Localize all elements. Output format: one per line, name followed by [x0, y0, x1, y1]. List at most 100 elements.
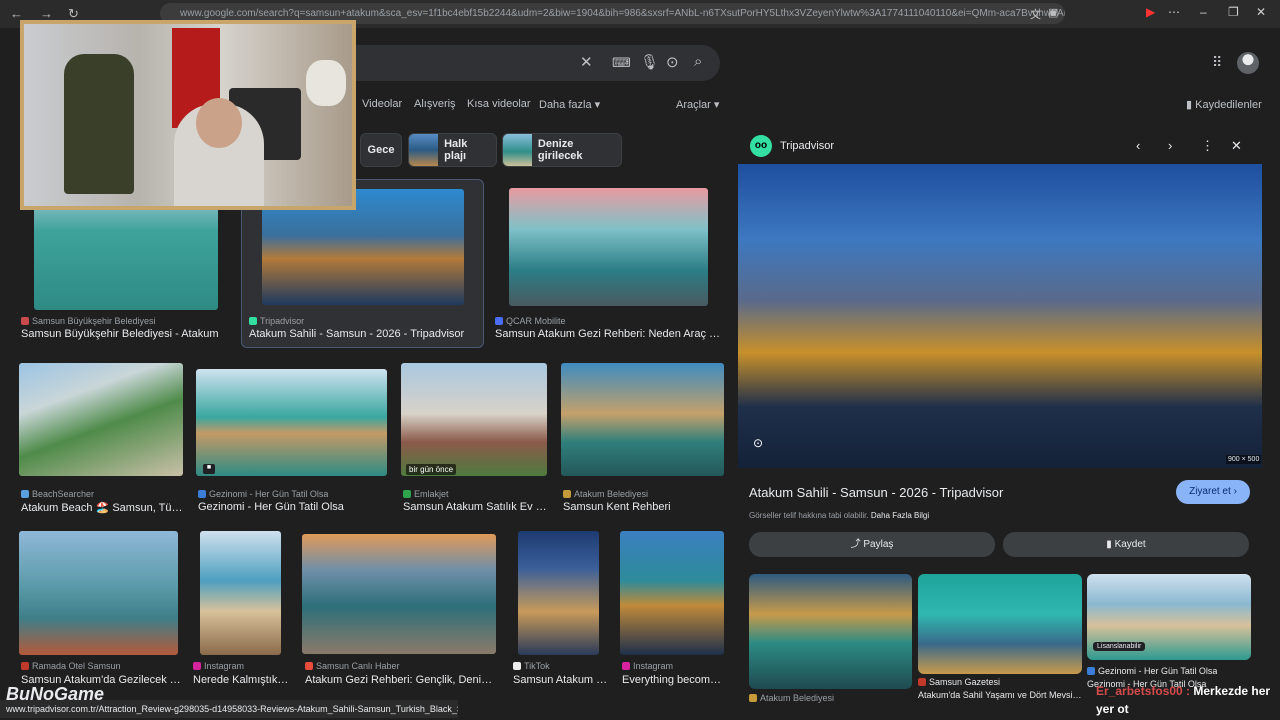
result-card[interactable]: Instagram Nerede Kalmıştık ... — [193, 528, 293, 693]
result-card[interactable]: BeachSearcher Atakum Beach 🏖️ Samsun, Tü… — [16, 360, 186, 520]
result-source: Samsun Büyükşehir Belediyesi — [21, 316, 156, 326]
clear-icon[interactable]: ✕ — [580, 53, 593, 71]
share-button[interactable]: ⤴ Paylaş — [749, 532, 995, 557]
minimize-icon[interactable]: – — [1200, 5, 1207, 19]
favicon-icon — [249, 317, 257, 325]
saved-label: Kaydedilenler — [1195, 99, 1262, 111]
save-button[interactable]: ▮ Kaydet — [1003, 532, 1249, 557]
result-card[interactable]: Ramada Otel Samsun Samsun Atakum'da Gezi… — [16, 528, 186, 693]
related-source: Atakum Belediyesi — [749, 693, 834, 703]
copyright-text: Görseller telif hakkına tabi olabilir. — [749, 511, 869, 520]
result-title: Samsun Atakum Gezi Rehberi: Neden Araç K… — [495, 328, 721, 340]
save-label: Kaydet — [1114, 539, 1146, 550]
close-window-icon[interactable]: ✕ — [1256, 5, 1266, 19]
favicon-icon — [622, 662, 630, 670]
favicon-icon — [918, 678, 926, 686]
related-source: Samsun Gazetesi — [918, 677, 1000, 687]
result-image — [509, 188, 708, 306]
tab-more[interactable]: Daha fazla ▾ — [539, 98, 600, 111]
share-label: Paylaş — [863, 539, 894, 550]
apps-icon[interactable]: ⠿ — [1212, 54, 1222, 71]
mic-icon[interactable]: 🎙 — [640, 53, 659, 71]
related-image[interactable] — [749, 574, 912, 689]
translate-icon[interactable]: 文 — [1030, 6, 1041, 22]
back-icon[interactable]: ← — [10, 6, 23, 21]
result-source-name: TikTok — [524, 661, 550, 671]
result-image — [302, 534, 496, 654]
visit-button[interactable]: Ziyaret et › — [1176, 480, 1250, 504]
bookmark-icon: ▮ — [1186, 99, 1193, 111]
result-image — [518, 531, 599, 655]
result-image — [19, 531, 178, 655]
favicon-icon — [563, 490, 571, 498]
lens-icon[interactable]: ⊙ — [666, 53, 679, 71]
favicon-icon — [495, 317, 503, 325]
result-source-name: Samsun Büyükşehir Belediyesi — [32, 316, 156, 326]
result-title: Samsun Atakum 2... — [513, 674, 608, 686]
related-source: Gezinomi - Her Gün Tatil Olsa — [1087, 666, 1217, 676]
saved-button[interactable]: ▮ Kaydedilenler — [1186, 98, 1262, 111]
caret-down-icon: ▾ — [594, 99, 601, 111]
close-panel-icon[interactable]: ✕ — [1231, 138, 1242, 154]
favicon-icon — [403, 490, 411, 498]
result-source-name: Ramada Otel Samsun — [32, 661, 121, 671]
result-card[interactable]: QCAR Mobilite Samsun Atakum Gezi Rehberi… — [489, 180, 724, 348]
result-source-name: Instagram — [204, 661, 245, 671]
result-source-name: Instagram — [633, 661, 674, 671]
result-source-name: Atakum Belediyesi — [574, 489, 649, 499]
result-title: Gezinomi - Her Gün Tatil Olsa — [198, 501, 344, 513]
favicon-icon — [305, 662, 313, 670]
prev-icon[interactable]: ‹ — [1136, 138, 1140, 153]
result-title: Atakum Gezi Rehberi: Gençlik, Deniz ve .… — [305, 674, 495, 686]
tab-videos[interactable]: Videolar — [362, 98, 402, 110]
lens-icon[interactable]: ⊙ — [753, 436, 763, 450]
result-source: Instagram — [622, 661, 673, 671]
result-title: Samsun Atakum Satılık Ev Fly... — [403, 501, 553, 513]
favicon-icon — [21, 662, 29, 670]
avatar[interactable] — [1237, 52, 1259, 74]
tab-short-videos[interactable]: Kısa videolar — [467, 98, 531, 110]
result-card[interactable]: Samsun Canlı Haber Atakum Gezi Rehberi: … — [300, 528, 500, 693]
tools-label: Araçlar — [676, 99, 711, 111]
result-image — [200, 531, 281, 655]
visit-label: Ziyaret et — [1189, 486, 1231, 497]
result-source-name: Emlakjet — [414, 489, 449, 499]
tab-more-label: Daha fazla — [539, 99, 592, 111]
share-icon: ⤴ — [850, 539, 861, 550]
search-input[interactable]: ✕ ⌨ 🎙 ⊙ ⌕ — [340, 45, 720, 81]
result-card[interactable]: Atakum Belediyesi Samsun Kent Rehberi — [558, 360, 728, 520]
result-source: Tripadvisor — [249, 316, 304, 326]
related-title: Atakum'da Sahil Yaşamı ve Dört Mevsim... — [918, 690, 1082, 700]
result-card[interactable]: TikTok Samsun Atakum 2... — [510, 528, 610, 693]
result-source-name: QCAR Mobilite — [506, 316, 566, 326]
next-icon[interactable]: › — [1168, 138, 1172, 153]
forward-icon[interactable]: → — [40, 6, 53, 21]
more-menu-icon[interactable]: ⋯ — [1168, 5, 1180, 19]
chip-swimmable[interactable]: Denize girilecek — [502, 133, 622, 167]
more-options-icon[interactable]: ⋮ — [1201, 138, 1214, 154]
chip-label: Halk plajı — [444, 138, 468, 162]
favicon-icon — [513, 662, 521, 670]
keyboard-icon[interactable]: ⌨ — [612, 55, 631, 71]
youtube-extension-icon[interactable]: ▶ — [1146, 5, 1155, 19]
video-badge-icon: ■ — [203, 464, 215, 474]
result-card[interactable]: bir gün önce Emlakjet Samsun Atakum Satı… — [398, 360, 553, 520]
restore-icon[interactable]: ❐ — [1228, 5, 1239, 19]
chip-label: Gece — [367, 144, 395, 156]
related-image[interactable] — [918, 574, 1082, 674]
image-preview-panel: oo Tripadvisor ‹ › ⋮ ✕ ⊙ 900 × 500 Ataku… — [738, 128, 1262, 720]
chip-night[interactable]: Gece — [360, 133, 402, 167]
tab-shopping[interactable]: Alışveriş — [414, 98, 456, 110]
more-info-link[interactable]: Daha Fazla Bilgi — [871, 511, 929, 520]
preview-image[interactable] — [738, 164, 1262, 468]
bookmark-icon: ▮ — [1106, 539, 1112, 550]
search-icon[interactable]: ⌕ — [694, 53, 702, 70]
chip-public-beach[interactable]: Halk plajı — [408, 133, 497, 167]
result-source: Atakum Belediyesi — [563, 489, 648, 499]
result-card[interactable]: Instagram Everything becomes... — [617, 528, 727, 693]
tools-button[interactable]: Araçlar ▾ — [676, 98, 719, 111]
result-card[interactable]: ■ Gezinomi - Her Gün Tatil Olsa Gezinomi… — [193, 360, 393, 520]
result-image — [196, 369, 387, 476]
result-source-name: Gezinomi - Her Gün Tatil Olsa — [209, 489, 329, 499]
tab-search-icon[interactable]: ▣ — [1048, 6, 1058, 19]
